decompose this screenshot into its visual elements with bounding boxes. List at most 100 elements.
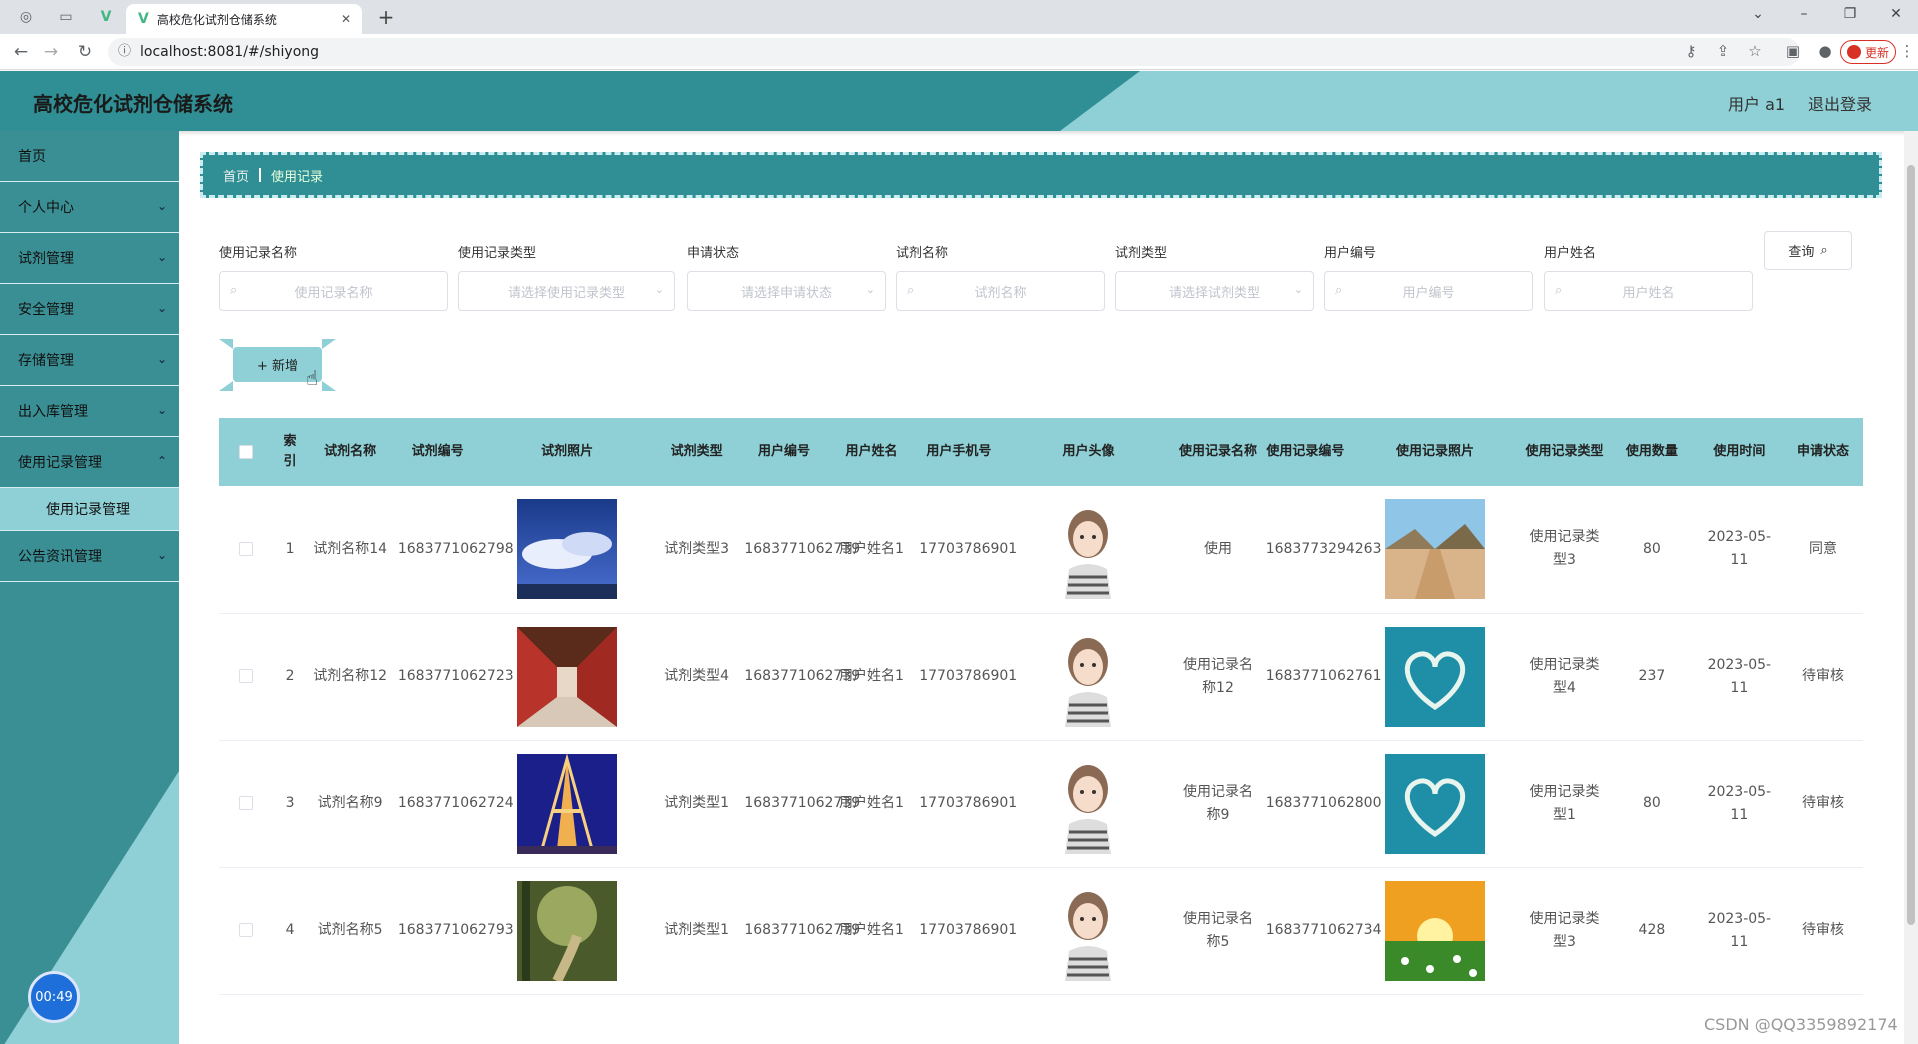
row-checkbox[interactable] (239, 541, 254, 556)
status-select[interactable]: 请选择申请状态 ⌄ (687, 271, 886, 311)
avatar[interactable] (1055, 881, 1121, 981)
page-scrollbar[interactable] (1904, 131, 1918, 1044)
row-checkbox[interactable] (239, 923, 254, 937)
corridor-image[interactable] (517, 626, 618, 727)
chevron-down-icon: ⌄ (156, 250, 167, 264)
row-select-cell (219, 867, 274, 995)
scrollbar-thumb[interactable] (1907, 165, 1915, 925)
current-user-label: 用户 a1 (1728, 95, 1786, 114)
breadcrumb: 首页 使用记录 (200, 152, 1882, 198)
table-row: 1 试剂名称14 1683771062798 试剂类型3 16837710627… (219, 486, 1863, 614)
sidebar: 首页 个人中心 ⌄ 试剂管理 ⌄ 安全管理 ⌄ 存储管理 ⌄ 出入库管理 ⌄ 使用记录管理… (0, 131, 179, 1044)
select-all-checkbox[interactable] (239, 444, 254, 459)
cell: 使用记录类型3 (1520, 867, 1609, 995)
column-header: 索引 (273, 418, 307, 486)
filter-label-record-name: 使用记录名称 (219, 246, 298, 261)
sidebar-item-inout-management[interactable]: 出入库管理 ⌄ (0, 386, 179, 437)
window-close-icon[interactable]: ✕ (1884, 6, 1908, 22)
column-header: 用户编号 (740, 418, 828, 486)
user-no-input[interactable]: ⌕ 用户编号 (1324, 271, 1533, 311)
cell: 1683771062723 (393, 613, 514, 741)
forest-path-image[interactable] (517, 880, 618, 981)
app-header: 高校危化试剂仓储系统 用户 a1 退出登录 (0, 71, 1918, 131)
reagent-type-select[interactable]: 请选择试剂类型 ⌄ (1115, 271, 1314, 311)
heart-island-image[interactable] (1384, 626, 1485, 727)
placeholder-text: 试剂名称 (974, 285, 1027, 301)
query-label: 查询 (1788, 245, 1815, 260)
vue-tab-icon[interactable]: V (96, 7, 116, 27)
minimize-icon[interactable]: – (1792, 6, 1816, 22)
filter-label-user-no: 用户编号 (1324, 246, 1377, 261)
restore-icon[interactable]: ❐ (1838, 6, 1862, 22)
placeholder-text: 用户编号 (1402, 285, 1455, 301)
cell: 2 (273, 613, 307, 741)
avatar[interactable] (1055, 627, 1121, 727)
sky-clouds-image[interactable] (517, 499, 618, 600)
profile-icon[interactable]: ● (1814, 42, 1836, 60)
row-select-cell (219, 740, 274, 868)
sidebar-item-personal-center[interactable]: 个人中心 ⌄ (0, 182, 179, 233)
filter-label-user-name: 用户姓名 (1544, 246, 1597, 261)
update-button[interactable]: 更新 (1840, 40, 1896, 64)
share-icon[interactable]: ⇪ (1712, 42, 1734, 60)
forward-arrow-icon[interactable]: → (40, 42, 62, 62)
column-header: 使用记录照片 (1349, 418, 1521, 486)
sidebar-subitem-usage-records[interactable]: 使用记录管理 (0, 488, 179, 531)
row-checkbox[interactable] (239, 796, 254, 810)
placeholder-text: 请选择申请状态 (740, 285, 832, 301)
cell: 80 (1608, 486, 1696, 614)
cell: 80 (1608, 740, 1696, 868)
tab-search-chevron-icon[interactable]: ⌄ (1746, 6, 1770, 22)
column-header: 用户姓名 (827, 418, 916, 486)
sidebar-item-label: 试剂管理 (18, 251, 74, 267)
browser-tab-active[interactable]: V 高校危化试剂仓储系统 ✕ (126, 4, 362, 34)
sidebar-item-storage-management[interactable]: 存储管理 ⌄ (0, 335, 179, 386)
record-type-select[interactable]: 请选择使用记录类型 ⌄ (458, 271, 675, 311)
back-arrow-icon[interactable]: ← (10, 42, 32, 62)
reagent-name-input[interactable]: ⌕ 试剂名称 (896, 271, 1105, 311)
query-button[interactable]: 查询 ⌕ (1764, 231, 1852, 270)
avatar[interactable] (1055, 754, 1121, 854)
avatar[interactable] (1055, 499, 1121, 600)
pointer-cursor-icon: ☝ (306, 366, 319, 390)
new-tab-icon[interactable]: + (374, 5, 398, 29)
cell: 试剂类型1 (652, 740, 741, 868)
key-icon[interactable]: ⚷ (1680, 42, 1702, 60)
reload-icon[interactable]: ↻ (74, 42, 96, 62)
heart-island-image[interactable] (1384, 753, 1485, 854)
timer-badge[interactable]: 00:49 (28, 971, 80, 1023)
sidebar-item-reagent-management[interactable]: 试剂管理 ⌄ (0, 233, 179, 284)
sidebar-item-usage-records[interactable]: 使用记录管理 ⌃ (0, 437, 179, 488)
sidebar-item-home[interactable]: 首页 (0, 131, 179, 182)
breadcrumb-current: 使用记录 (271, 169, 324, 185)
record-name-input[interactable]: ⌕ 使用记录名称 (219, 271, 448, 311)
cell: 1683771062800 (1261, 740, 1382, 868)
side-panel-icon[interactable]: ▣ (1782, 42, 1804, 60)
update-label: 更新 (1864, 45, 1889, 60)
column-header: 使用记录类型 (1520, 418, 1609, 486)
close-tab-icon[interactable]: ✕ (338, 12, 354, 26)
column-header: 申请状态 (1783, 418, 1863, 486)
star-icon[interactable]: ☆ (1744, 42, 1766, 60)
chevron-down-icon: ⌄ (865, 283, 875, 296)
cell: 试剂名称14 (306, 486, 394, 614)
eiffel-tower-image[interactable] (517, 753, 618, 854)
filter-label-reagent-name: 试剂名称 (896, 246, 949, 261)
user-name-input[interactable]: ⌕ 用户姓名 (1544, 271, 1753, 311)
address-bar[interactable]: ⓘ localhost:8081/#/shiyong (108, 38, 1800, 66)
blank-tab-icon[interactable]: ▭ (56, 7, 76, 27)
more-menu-icon[interactable]: ⋮ (1896, 42, 1918, 60)
watermark: CSDN @QQ3359892174 (1704, 1015, 1898, 1034)
usage-records-table: 索引 试剂名称 试剂编号 试剂照片 试剂类型 用户编号 用户姓名 用户手机号 用… (219, 418, 1863, 995)
cell: 17703786901 (915, 613, 1017, 741)
logout-link[interactable]: 退出登录 (1808, 91, 1872, 115)
breadcrumb-home[interactable]: 首页 (223, 166, 249, 185)
sidebar-item-announcements[interactable]: 公告资讯管理 ⌄ (0, 531, 179, 582)
sunset-flowers-image[interactable] (1384, 880, 1485, 981)
globe-icon[interactable]: ◎ (16, 7, 36, 27)
cell: 1683771062734 (1261, 867, 1382, 995)
desert-road-image[interactable] (1384, 499, 1485, 600)
row-checkbox[interactable] (239, 669, 254, 683)
info-icon[interactable]: ⓘ (118, 38, 131, 66)
sidebar-item-safety-management[interactable]: 安全管理 ⌄ (0, 284, 179, 335)
